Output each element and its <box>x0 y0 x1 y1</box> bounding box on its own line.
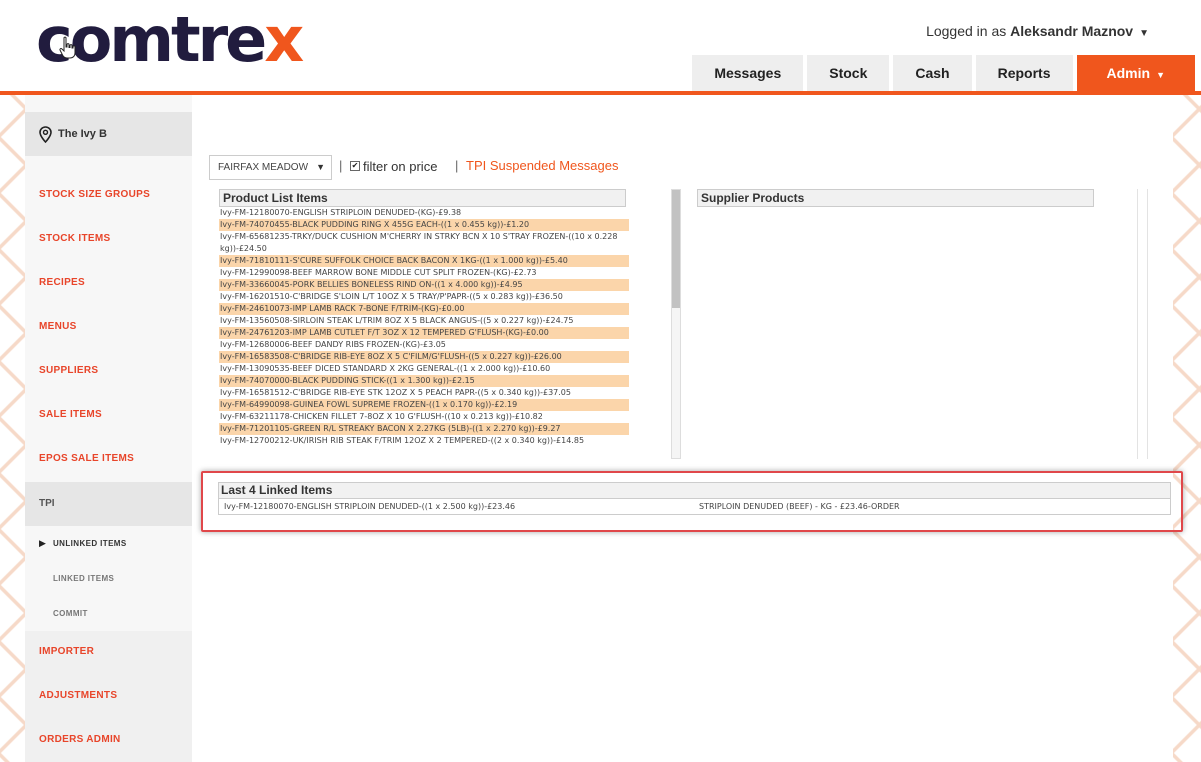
divider: | <box>455 158 459 173</box>
product-list-item[interactable]: Ivy-FM-13090535-BEEF DICED STANDARD X 2K… <box>219 363 629 375</box>
product-list-item[interactable]: Ivy-FM-16201510-C'BRIDGE S'LOIN L/T 10OZ… <box>219 291 629 303</box>
tpi-suspended-messages-link[interactable]: TPI Suspended Messages <box>466 158 618 173</box>
product-list-item[interactable]: Ivy-FM-12990098-BEEF MARROW BONE MIDDLE … <box>219 267 629 279</box>
logo-accent: x <box>264 3 304 76</box>
linked-product-cell: Ivy-FM-12180070-ENGLISH STRIPLOIN DENUDE… <box>224 502 516 511</box>
product-list-item[interactable]: Ivy-FM-71201105-GREEN R/L STREAKY BACON … <box>219 423 629 435</box>
product-list-item[interactable]: Ivy-FM-74070455-BLACK PUDDING RING X 455… <box>219 219 629 231</box>
sidebar-item-sale-items[interactable]: SALE ITEMS <box>39 409 102 420</box>
sidebar-item-stock-size-groups[interactable]: STOCK SIZE GROUPS <box>39 189 150 200</box>
product-list-item[interactable]: Ivy-FM-24761203-IMP LAMB CUTLET F/T 3OZ … <box>219 327 629 339</box>
nav-tab-reports[interactable]: Reports <box>975 55 1073 91</box>
site-selector[interactable]: The Ivy B <box>25 112 192 156</box>
supplier-select[interactable]: FAIRFAX MEADOW ▼ <box>209 155 332 180</box>
scrollbar-thumb[interactable] <box>672 190 680 308</box>
product-list-item[interactable]: Ivy-FM-71810111-S'CURE SUFFOLK CHOICE BA… <box>219 255 629 267</box>
sidebar-lower-block: IMPORTER ADJUSTMENTS ORDERS ADMIN <box>25 631 192 762</box>
sidebar-item-epos-sale-items[interactable]: EPOS SALE ITEMS <box>39 453 134 464</box>
filter-on-price-label: filter on price <box>363 159 438 174</box>
login-prefix: Logged in as <box>926 23 1011 39</box>
supplier-select-value: FAIRFAX MEADOW <box>218 162 309 173</box>
supplier-products-header: Supplier Products <box>697 189 1094 207</box>
caret-down-icon: ▼ <box>1139 28 1149 39</box>
sidebar: The Ivy B STOCK SIZE GROUPS STOCK ITEMS … <box>25 95 192 762</box>
location-pin-icon <box>39 125 52 143</box>
product-list-item[interactable]: Ivy-FM-64990098-GUINEA FOWL SUPREME FROZ… <box>219 399 629 411</box>
product-list-item[interactable]: Ivy-FM-16581512-C'BRIDGE RIB-EYE STK 12O… <box>219 387 629 399</box>
product-list-item[interactable]: Ivy-FM-12180070-ENGLISH STRIPLOIN DENUDE… <box>219 207 629 219</box>
caret-down-icon: ▼ <box>316 162 325 172</box>
product-list-item[interactable]: Ivy-FM-65681235-TRKY/DUCK CUSHION M'CHER… <box>219 231 629 255</box>
sidebar-item-menus[interactable]: MENUS <box>39 321 77 332</box>
caret-right-icon: ▶ <box>39 538 47 548</box>
linked-items-header: Last 4 Linked Items <box>218 482 1171 499</box>
product-list-item[interactable]: Ivy-FM-24610073-IMP LAMB RACK 7-BONE F/T… <box>219 303 629 315</box>
product-list-item[interactable]: Ivy-FM-16583508-C'BRIDGE RIB-EYE 8OZ X 5… <box>219 351 629 363</box>
unlinked-items-label: UNLINKED ITEMS <box>53 539 127 548</box>
product-list[interactable]: Ivy-FM-12180070-ENGLISH STRIPLOIN DENUDE… <box>219 207 629 459</box>
product-list-item[interactable]: Ivy-FM-74070000-BLACK PUDDING STICK-((1 … <box>219 375 629 387</box>
product-list-header: Product List Items <box>219 189 626 207</box>
nav-tab-cash[interactable]: Cash <box>893 55 972 91</box>
right-decorative-pattern <box>1173 95 1201 762</box>
supplier-products-list[interactable] <box>695 189 1148 459</box>
site-name: The Ivy B <box>58 128 107 140</box>
product-list-item[interactable]: Ivy-FM-63211178-CHICKEN FILLET 7-8OZ X 1… <box>219 411 629 423</box>
panel-divider <box>1137 189 1138 459</box>
main-nav: Messages Stock Cash Reports Admin ▼ <box>692 55 1195 91</box>
sidebar-item-recipes[interactable]: RECIPES <box>39 277 85 288</box>
product-list-scrollbar[interactable] <box>671 189 681 459</box>
sidebar-item-suppliers[interactable]: SUPPLIERS <box>39 365 98 376</box>
sidebar-item-adjustments[interactable]: ADJUSTMENTS <box>39 690 117 701</box>
sidebar-item-orders-admin[interactable]: ORDERS ADMIN <box>39 734 121 745</box>
filter-on-price-checkbox[interactable]: ✔ <box>350 161 360 171</box>
sidebar-subitem-linked-items[interactable]: LINKED ITEMS <box>53 574 114 583</box>
top-header: comtrex Logged in as Aleksandr Maznov ▼ M… <box>0 0 1201 95</box>
sidebar-item-stock-items[interactable]: STOCK ITEMS <box>39 233 110 244</box>
hand-cursor-icon <box>59 36 76 59</box>
caret-down-icon: ▼ <box>1156 70 1165 80</box>
nav-admin-label: Admin <box>1106 65 1151 81</box>
nav-tab-stock[interactable]: Stock <box>807 55 890 91</box>
user-menu[interactable]: Logged in as Aleksandr Maznov ▼ <box>926 23 1149 39</box>
divider: | <box>339 158 343 173</box>
nav-tab-messages[interactable]: Messages <box>692 55 804 91</box>
linked-supplier-cell: STRIPLOIN DENUDED (BEEF) - KG - £23.46-O… <box>699 502 900 511</box>
sidebar-item-importer[interactable]: IMPORTER <box>39 646 94 657</box>
product-list-item[interactable]: Ivy-FM-12700212-UK/IRISH RIB STEAK F/TRI… <box>219 435 629 447</box>
product-list-item[interactable]: Ivy-FM-33660045-PORK BELLIES BONELESS RI… <box>219 279 629 291</box>
user-name: Aleksandr Maznov <box>1010 23 1134 39</box>
sidebar-subitem-commit[interactable]: COMMIT <box>53 609 88 618</box>
product-list-item[interactable]: Ivy-FM-13560508-SIRLOIN STEAK L/TRIM 8OZ… <box>219 315 629 327</box>
sidebar-item-tpi[interactable]: TPI <box>25 482 192 526</box>
product-list-item[interactable]: Ivy-FM-12680006-BEEF DANDY RIBS FROZEN-(… <box>219 339 629 351</box>
nav-tab-admin[interactable]: Admin ▼ <box>1076 55 1195 91</box>
sidebar-subitem-unlinked-items[interactable]: ▶ UNLINKED ITEMS <box>39 538 127 548</box>
left-decorative-pattern <box>0 95 28 762</box>
